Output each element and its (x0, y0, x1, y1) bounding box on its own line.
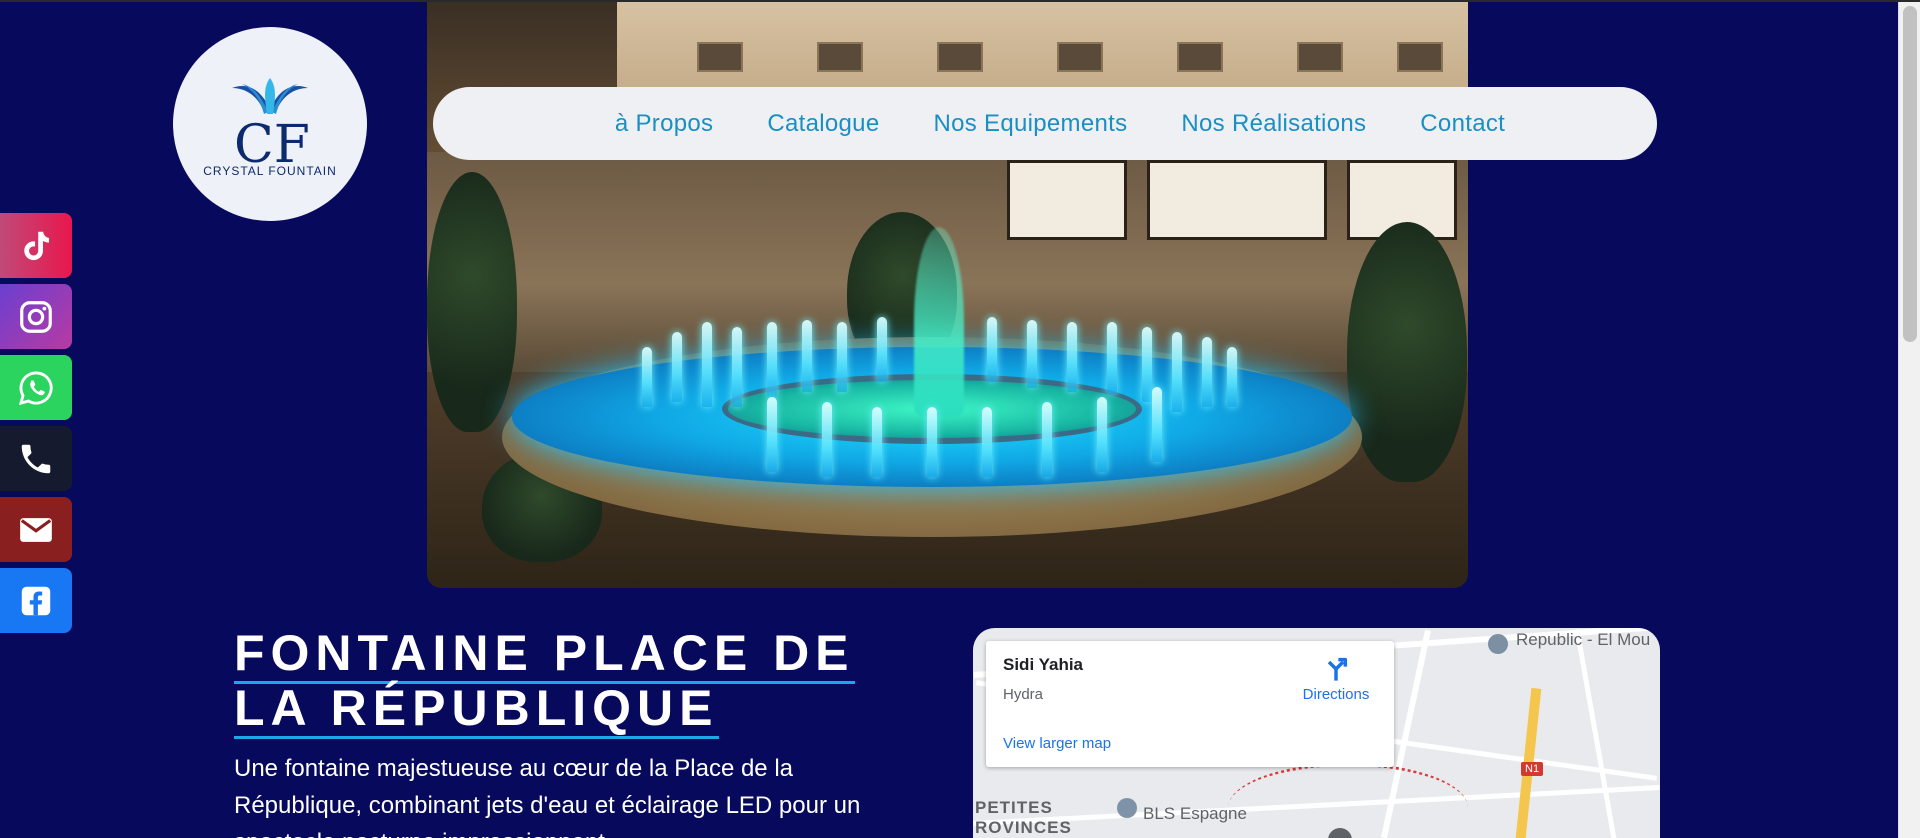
map-label-provinces: ROVINCES (975, 818, 1072, 837)
map-route (1228, 763, 1468, 838)
project-title-line2: LA RÉPUBLIQUE (234, 680, 719, 739)
nav-link-equipements[interactable]: Nos Equipements (933, 110, 1127, 138)
instagram-button[interactable] (0, 284, 72, 349)
bls-place-icon (1117, 798, 1137, 818)
project-title: FONTAINE PLACE DE LA RÉPUBLIQUE (234, 625, 894, 739)
facebook-icon (21, 586, 51, 615)
scrollbar-thumb[interactable] (1903, 6, 1917, 342)
phone-icon (21, 444, 51, 473)
crystal-fountain-logo[interactable]: CF CRYSTAL FOUNTAIN (173, 27, 367, 221)
page-scrollbar[interactable] (1898, 2, 1920, 838)
nav-link-contact[interactable]: Contact (1420, 110, 1505, 138)
directions-icon (1327, 657, 1348, 681)
map-label-petites: PETITES (975, 798, 1053, 817)
nav-link-a-propos[interactable]: à Propos (615, 110, 713, 138)
nav-link-catalogue[interactable]: Catalogue (767, 110, 879, 138)
nav-link-realisations[interactable]: Nos Réalisations (1181, 110, 1366, 138)
map-label-bls: BLS Espagne (1143, 804, 1247, 823)
view-larger-map-link[interactable]: View larger map (1003, 735, 1111, 752)
mail-icon (20, 517, 52, 542)
directions-button[interactable]: Directions (1286, 655, 1386, 703)
map-label-republic: Republic - El Mou (1516, 630, 1651, 649)
main-navbar: à Propos Catalogue Nos Equipements Nos R… (433, 87, 1657, 160)
logo-monogram: CF (234, 115, 310, 170)
google-map-embed[interactable]: N1 Republic - El Mou PETITES ROVINCES BL… (973, 628, 1660, 838)
whatsapp-icon (18, 371, 53, 405)
tiktok-icon (24, 231, 49, 260)
logo-text: CRYSTAL FOUNTAIN (203, 164, 337, 178)
map-info-card: Sidi Yahia Hydra View larger map Directi… (986, 641, 1394, 767)
facebook-button[interactable] (0, 568, 72, 633)
instagram-icon (20, 300, 52, 333)
map-place-name: Sidi Yahia (1003, 655, 1084, 674)
project-description: Une fontaine majestueuse au cœur de la P… (234, 755, 861, 838)
social-sidebar (0, 213, 72, 639)
phone-button[interactable] (0, 426, 72, 491)
n1-road-badge: N1 (1521, 762, 1544, 776)
map-pin-icon (1488, 634, 1508, 654)
map-place-sub: Hydra (1003, 686, 1044, 703)
directions-label: Directions (1302, 686, 1370, 703)
mail-button[interactable] (0, 497, 72, 562)
fountain-logo-icon: CF (232, 78, 310, 170)
tiktok-button[interactable] (0, 213, 72, 278)
whatsapp-button[interactable] (0, 355, 72, 420)
project-title-line1: FONTAINE PLACE DE (234, 625, 855, 684)
